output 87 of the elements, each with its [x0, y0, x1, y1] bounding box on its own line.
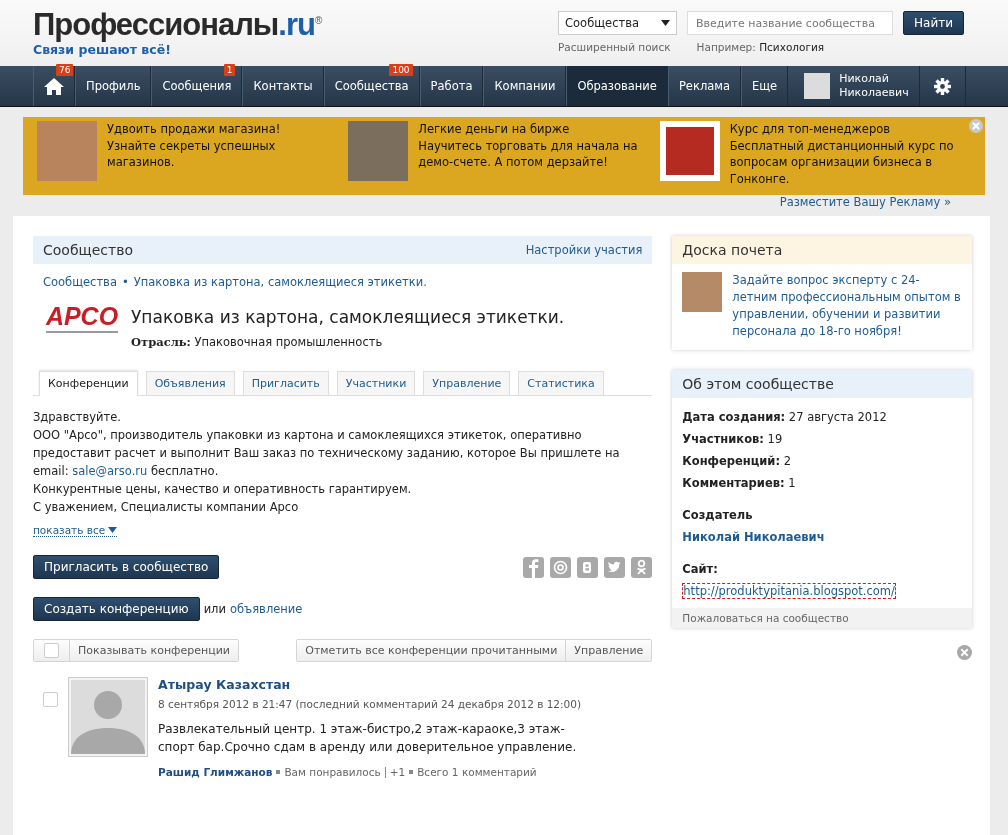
- nav-item[interactable]: Профиль: [75, 66, 152, 106]
- nav-item[interactable]: Образование: [566, 66, 668, 106]
- ad-text[interactable]: Легкие деньги на бирже Научитесь торговать для начала на демо-счете. А потом дерзайте!: [418, 121, 649, 191]
- breadcrumb-separator: •: [121, 275, 129, 289]
- comments-count[interactable]: Всего 1 комментарий: [417, 766, 537, 778]
- creator-label: Создатель: [682, 507, 754, 524]
- panel-title: Доска почета: [672, 236, 972, 264]
- description-text: Конкурентные цены, качество и оперативность гарантируем.: [33, 481, 413, 498]
- share-icon[interactable]: [631, 556, 653, 578]
- tab[interactable]: Конференции: [39, 371, 138, 396]
- description-text: Здравствуйте.: [33, 409, 122, 426]
- photo-placeholder: [682, 272, 723, 312]
- fact-text: Комментариев: 1: [682, 475, 797, 492]
- ad-text[interactable]: Удвоить продажи магазина! Узнайте секреты успешных магазинов.: [107, 121, 337, 191]
- count-badge: 100: [389, 64, 413, 76]
- or-text: или: [203, 602, 226, 616]
- industry-text: Отрасль: Упаковочная промышленность: [131, 335, 384, 349]
- expert-link[interactable]: Задайте вопрос эксперту с 24-летним профессиональным опытом в управлении, обучении и развитии персонала до 18-го ноября!: [732, 272, 962, 340]
- creator-link[interactable]: Николай Николаевич: [682, 526, 962, 548]
- site-label: Сайт:: [682, 561, 719, 578]
- user-silhouette-icon: [68, 677, 148, 757]
- separator-bar: [384, 766, 386, 778]
- nav-item[interactable]: Сообщества 100: [323, 66, 420, 106]
- fact-text: Конференций: 2: [682, 453, 792, 470]
- mark-read-button[interactable]: Отметить все конференции прочитанными: [297, 640, 566, 661]
- post-text: Развлекательный центр. 1 этаж-бистро,2 этаж-караоке,3 этаж-спорт бар.Срочно сдам в аренду или доверительное управление.: [158, 721, 578, 756]
- fact-text: Дата создания: 27 августа 2012: [682, 409, 888, 426]
- place-ad-link[interactable]: Разместите Вашу Рекламу »: [779, 195, 951, 209]
- close-icon[interactable]: [969, 119, 983, 133]
- create-conference-button[interactable]: Создать конференцию: [33, 597, 200, 621]
- section-title: Сообщество: [43, 242, 133, 258]
- count-badge: 1: [223, 64, 236, 76]
- report-link[interactable]: Пожаловаться на сообщество: [672, 608, 972, 628]
- nav-item[interactable]: Сообщения 1: [151, 66, 243, 106]
- share-icon[interactable]: [523, 556, 545, 578]
- home-icon: [44, 77, 64, 95]
- post-date: 8 сентября 2012 в 21:47 (последний комментарий 24 декабря 2012 в 12:00): [158, 698, 583, 710]
- user-name[interactable]: Николай Николаевич: [839, 72, 909, 100]
- nav-item[interactable]: Работа: [419, 66, 484, 106]
- caret-icon: [661, 20, 671, 26]
- search-field[interactable]: Введите название сообщества: [687, 11, 894, 35]
- description-text: С уважением, Специалисты компании Арсо: [33, 499, 300, 516]
- email-link[interactable]: sale@arso.ru: [72, 464, 148, 478]
- avatar-placeholder: [804, 73, 831, 99]
- liked-text: Вам понравилось: [284, 766, 381, 778]
- caret-icon: [108, 527, 118, 533]
- site-tagline: Связи решают всё!: [33, 42, 171, 58]
- fact-text: Участников: 19: [682, 431, 784, 448]
- nav-item[interactable]: Контакты: [242, 66, 324, 106]
- breadcrumb-link[interactable]: Сообщества: [43, 275, 117, 289]
- site-logo[interactable]: Профессионалы.ru$^{®}$: [33, 4, 322, 43]
- panel-title: Об этом сообществе: [672, 370, 972, 398]
- count-badge: 76: [56, 64, 74, 76]
- share-icon[interactable]: [577, 556, 599, 578]
- tab[interactable]: Пригласить: [242, 371, 329, 395]
- home-nav-item[interactable]: 76: [33, 66, 75, 106]
- post-checkbox[interactable]: [43, 692, 58, 707]
- tab[interactable]: Управление: [423, 371, 511, 395]
- advanced-search-link[interactable]: Расширенный поиск: [558, 41, 671, 53]
- breadcrumb-link[interactable]: Упаковка из картона, самоклеящиеся этикетки.: [133, 275, 427, 289]
- nav-item[interactable]: Еще: [741, 66, 789, 106]
- example-link[interactable]: Психология: [759, 41, 825, 53]
- ad-text[interactable]: Курс для топ-менеджеров Бесплатный дистанционный курс по вопросам организации бизнеса в Гонконге.: [729, 121, 960, 191]
- community-title: Упаковка из картона, самоклеящиеся этикетки.: [131, 307, 565, 327]
- company-logo: АРСО: [43, 301, 121, 345]
- example-label: Например:: [696, 41, 756, 53]
- site-link[interactable]: http://produktypitania.blogspot.com/: [682, 583, 896, 599]
- post-title[interactable]: Атырау Казахстан: [158, 677, 598, 692]
- find-button[interactable]: Найти: [903, 11, 964, 35]
- description-text: ООО "Арсо", производитель упаковки из картона и самоклеящихся этикеток, оперативно предоставит расчет и выполнит Ваш заказ по техническому заданию, которое Вы пришлете на email: sale@arso.ru бесплатно.: [33, 427, 621, 480]
- invite-button[interactable]: Пригласить в сообщество: [33, 555, 220, 579]
- share-icon[interactable]: [550, 556, 572, 578]
- settings-icon[interactable]: [933, 77, 951, 95]
- author-link[interactable]: Рашид Глимжанов: [158, 766, 273, 778]
- settings-link[interactable]: Настройки участия: [525, 243, 643, 257]
- close-icon[interactable]: [957, 645, 972, 660]
- plus-count: +1: [389, 766, 406, 778]
- share-icon[interactable]: [604, 556, 626, 578]
- show-all-link[interactable]: показать все: [33, 524, 118, 537]
- photo-placeholder[interactable]: [659, 121, 720, 181]
- category-dropdown[interactable]: Сообщества: [558, 11, 678, 35]
- nav-item[interactable]: Реклама: [667, 66, 741, 106]
- tab[interactable]: Участники: [336, 371, 416, 395]
- manage-button[interactable]: Управление: [565, 640, 652, 661]
- tab[interactable]: Статистика: [518, 371, 604, 395]
- tab[interactable]: Объявления: [145, 371, 235, 395]
- announcement-link[interactable]: объявление: [229, 602, 303, 616]
